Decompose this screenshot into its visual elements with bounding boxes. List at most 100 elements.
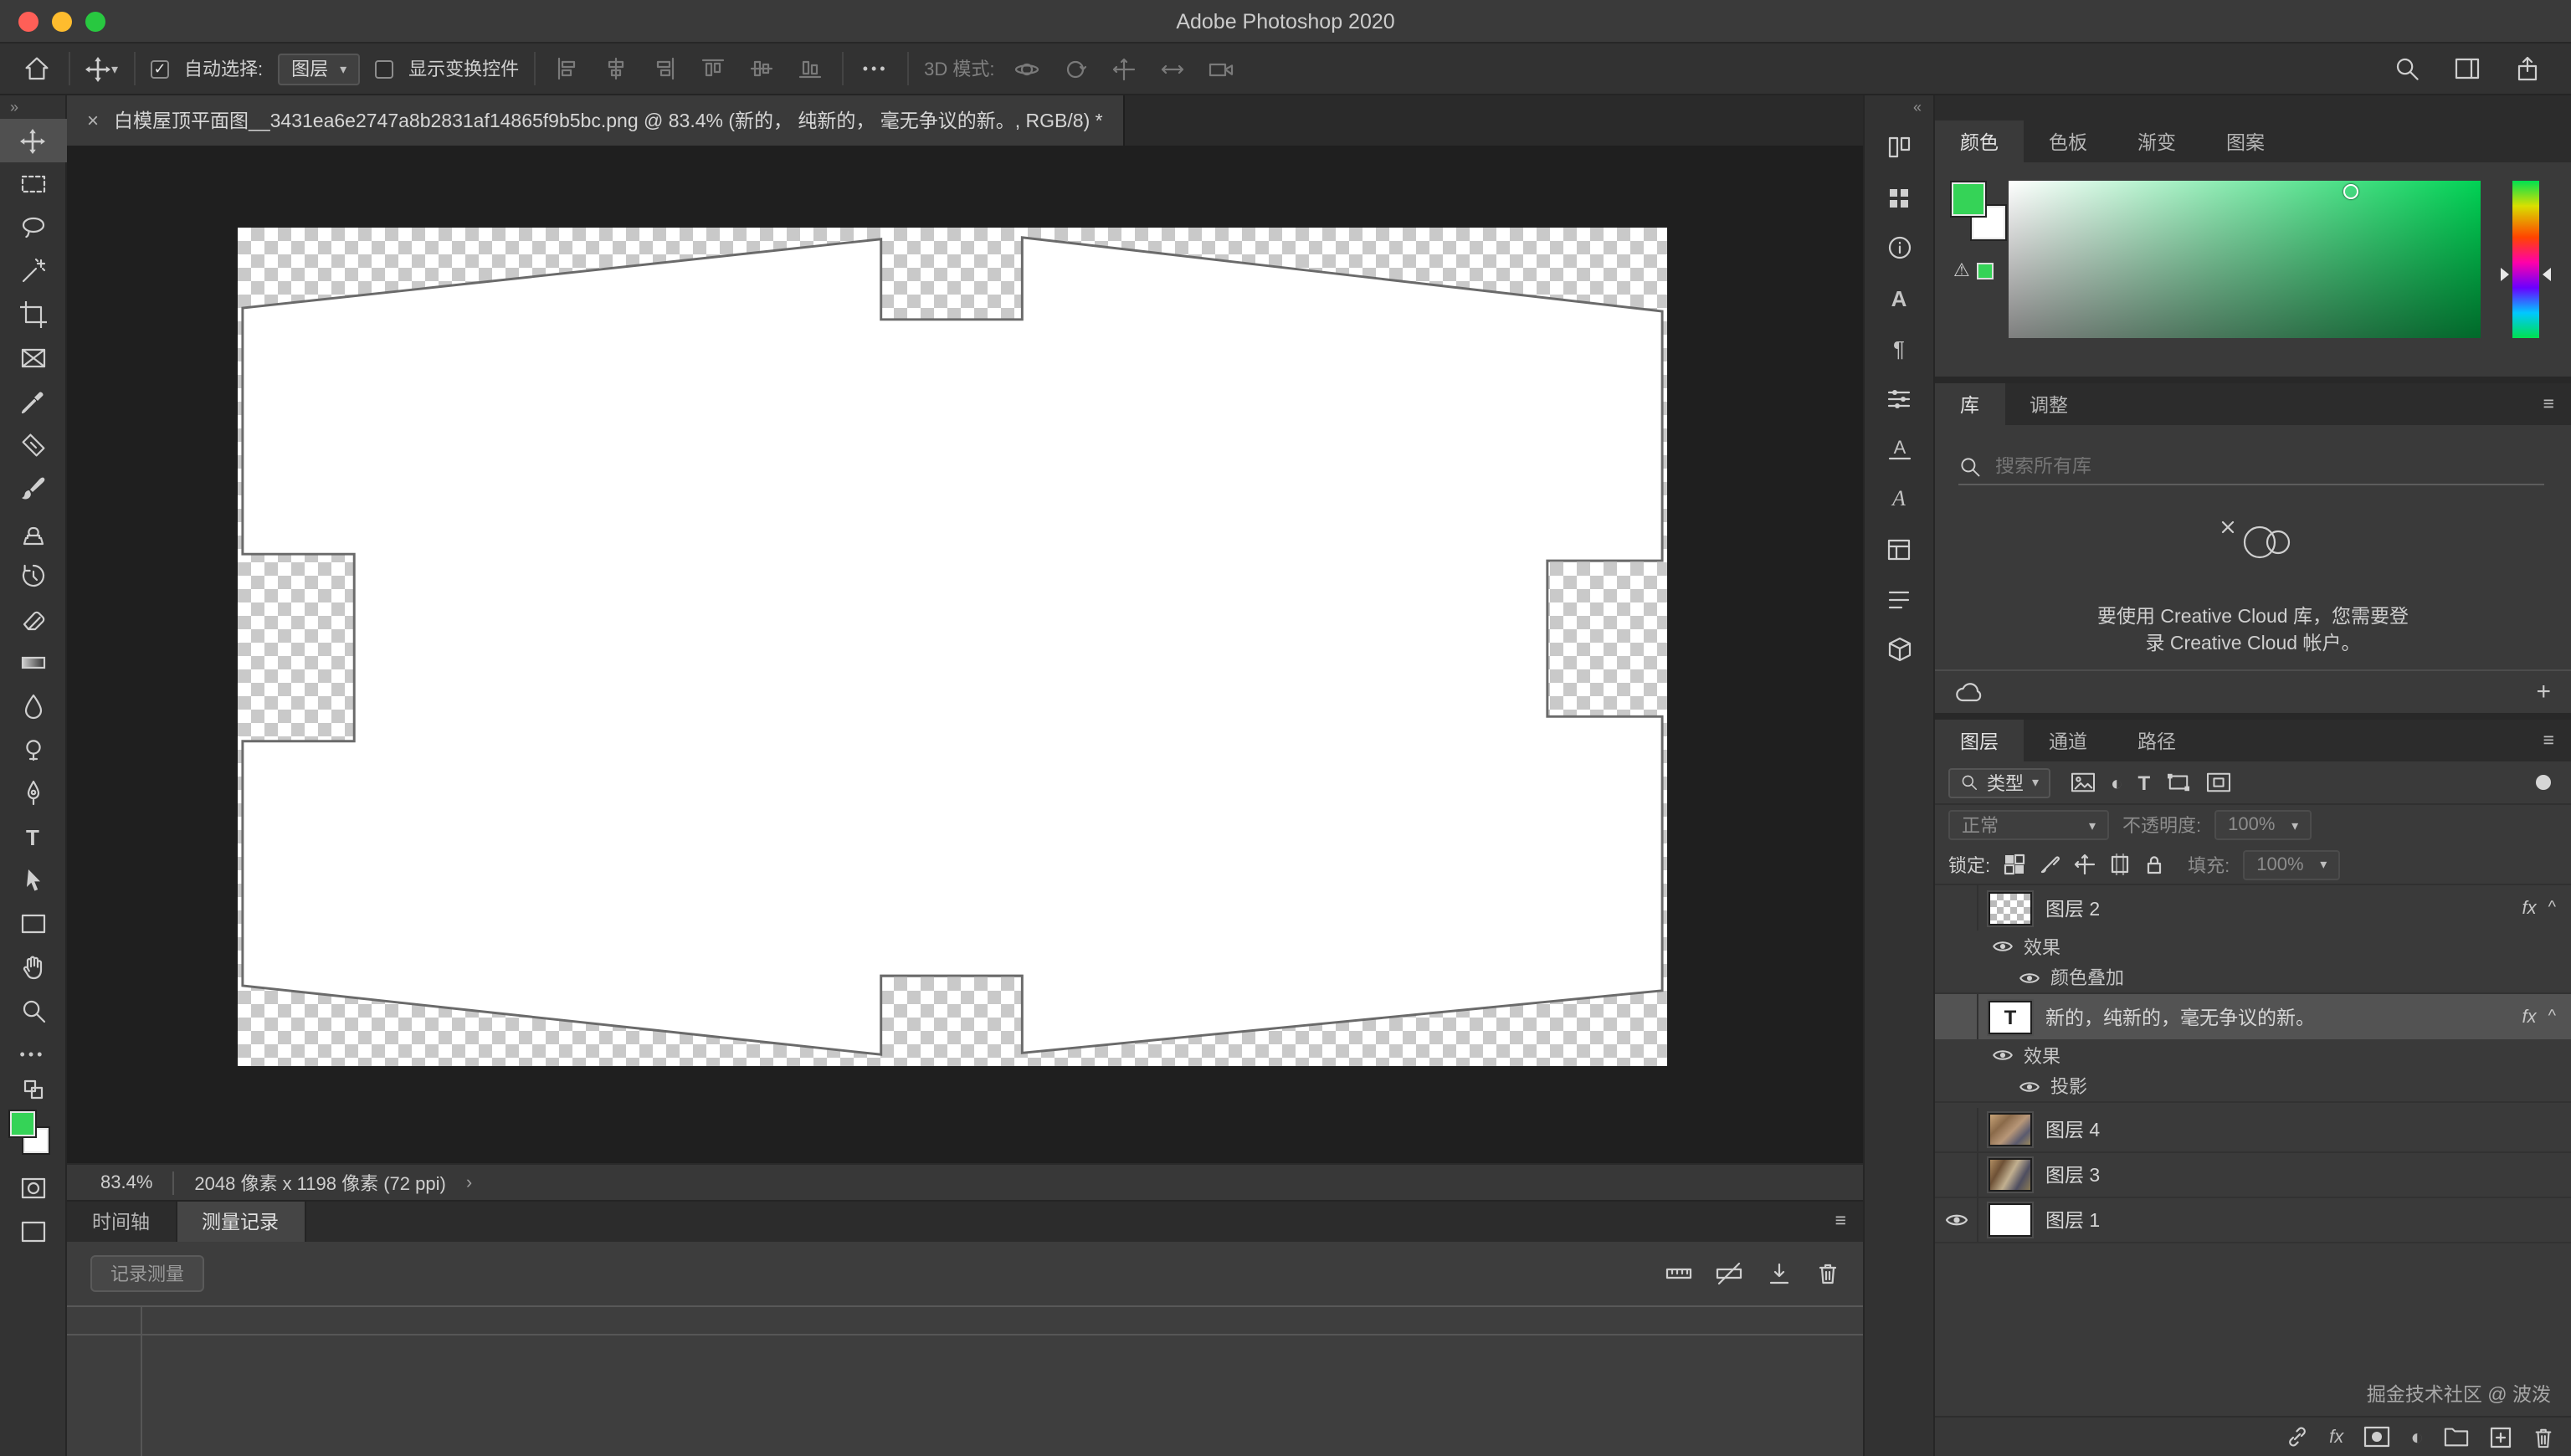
layer-thumbnail[interactable] bbox=[1989, 1203, 2032, 1237]
brush-tool[interactable] bbox=[0, 467, 66, 510]
tab-paths[interactable]: 路径 bbox=[2112, 720, 2201, 761]
tab-color[interactable]: 颜色 bbox=[1935, 120, 2024, 162]
lock-pixels-icon[interactable] bbox=[2039, 854, 2060, 875]
link-layers-icon[interactable] bbox=[2284, 1424, 2309, 1449]
hue-marker-left[interactable] bbox=[2501, 268, 2509, 281]
eye-icon[interactable] bbox=[2019, 970, 2040, 985]
layer-row-layer2[interactable]: 图层 2 fx ^ bbox=[1935, 885, 2571, 931]
panel-menu-icon[interactable]: ≡ bbox=[1835, 1202, 1863, 1242]
clear-measurements-icon[interactable] bbox=[1716, 1262, 1742, 1285]
layer-name[interactable]: 图层 2 bbox=[2045, 895, 2100, 921]
delete-measurements-icon[interactable] bbox=[1816, 1262, 1840, 1285]
library-search-input[interactable] bbox=[1995, 456, 2497, 476]
hue-marker-right[interactable] bbox=[2543, 268, 2551, 281]
gamut-warning[interactable]: ⚠ bbox=[1953, 259, 1994, 281]
lasso-tool[interactable] bbox=[0, 206, 66, 249]
tab-adjustments[interactable]: 调整 bbox=[2004, 383, 2093, 425]
tab-channels[interactable]: 通道 bbox=[2024, 720, 2112, 761]
share-button[interactable] bbox=[2511, 50, 2544, 87]
close-window-button[interactable] bbox=[18, 11, 38, 31]
rectangle-tool[interactable] bbox=[0, 902, 66, 946]
collapse-effects-icon[interactable]: ^ bbox=[2548, 1007, 2556, 1026]
measurement-scale-icon[interactable] bbox=[1665, 1262, 1692, 1285]
status-expander-icon[interactable]: › bbox=[466, 1172, 472, 1192]
tab-layers[interactable]: 图层 bbox=[1935, 720, 2024, 761]
layer-group-icon[interactable] bbox=[2444, 1426, 2469, 1448]
frame-tool[interactable] bbox=[0, 336, 66, 380]
align-top-button[interactable] bbox=[696, 50, 730, 87]
blend-mode-dropdown[interactable]: 正常 ▾ bbox=[1948, 810, 2109, 840]
glyphs-panel-icon[interactable]: A bbox=[1863, 423, 1935, 474]
path-selection-tool[interactable] bbox=[0, 859, 66, 902]
fill-dropdown[interactable]: 100% ▾ bbox=[2243, 849, 2340, 879]
lock-artboard-icon[interactable] bbox=[2109, 854, 2131, 875]
effects-group-row[interactable]: 效果 bbox=[1935, 1039, 2571, 1071]
edit-toolbar-button[interactable]: ••• bbox=[0, 1033, 66, 1076]
eraser-tool[interactable] bbox=[0, 597, 66, 641]
3d-camera-button[interactable] bbox=[1204, 50, 1238, 87]
layer-fx-badge[interactable]: fx ^ bbox=[2522, 898, 2571, 918]
info-panel-icon[interactable] bbox=[1863, 223, 1935, 273]
expand-panels-icon[interactable]: « bbox=[1865, 95, 1933, 122]
document-tab[interactable]: × 白模屋顶平面图__3431ea6e2747a8b2831af14865f9b… bbox=[67, 95, 1125, 146]
tab-swatches[interactable]: 色板 bbox=[2024, 120, 2112, 162]
styles-panel-icon[interactable] bbox=[1863, 574, 1935, 624]
color-grid-panel-icon[interactable] bbox=[1863, 172, 1935, 223]
auto-select-checkbox[interactable]: ✓ bbox=[151, 59, 169, 78]
collapse-effects-icon[interactable]: ^ bbox=[2548, 899, 2556, 917]
visibility-toggle[interactable] bbox=[1935, 885, 1978, 931]
saturation-brightness-field[interactable] bbox=[2009, 181, 2481, 338]
panel-menu-icon[interactable]: ≡ bbox=[2543, 383, 2571, 425]
clone-stamp-tool[interactable] bbox=[0, 510, 66, 554]
paragraph-styles-panel-icon[interactable] bbox=[1863, 524, 1935, 574]
align-middle-v-button[interactable] bbox=[745, 50, 778, 87]
hue-slider[interactable] bbox=[2512, 181, 2539, 338]
canvas-area[interactable] bbox=[67, 147, 1863, 1163]
layer-row-layer1[interactable]: 图层 1 bbox=[1935, 1198, 2571, 1243]
document-canvas[interactable] bbox=[238, 228, 1667, 1066]
cloud-sync-icon[interactable] bbox=[1955, 681, 1985, 703]
lock-position-icon[interactable] bbox=[2074, 854, 2096, 875]
layer-thumbnail[interactable] bbox=[1989, 1158, 2032, 1192]
panel-menu-icon[interactable]: ≡ bbox=[2543, 720, 2571, 761]
layer-name[interactable]: 图层 3 bbox=[2045, 1161, 2100, 1188]
more-options-button[interactable]: ••• bbox=[859, 50, 892, 87]
move-tool-preset[interactable]: ▾ bbox=[85, 50, 119, 87]
default-colors-button[interactable] bbox=[0, 1076, 66, 1103]
3d-roll-button[interactable] bbox=[1059, 50, 1092, 87]
pen-tool[interactable] bbox=[0, 772, 66, 815]
eye-icon[interactable] bbox=[1944, 1212, 1968, 1228]
foreground-color-swatch[interactable] bbox=[1952, 182, 1985, 216]
layer-thumbnail[interactable] bbox=[1989, 1113, 2032, 1146]
crop-tool[interactable] bbox=[0, 293, 66, 336]
workspace-switcher-button[interactable] bbox=[2450, 50, 2484, 87]
show-transform-checkbox[interactable] bbox=[375, 59, 393, 78]
export-measurements-icon[interactable] bbox=[1766, 1262, 1793, 1285]
eye-icon[interactable] bbox=[1992, 939, 2014, 954]
maximize-window-button[interactable] bbox=[85, 11, 105, 31]
type-filter-icon[interactable]: T bbox=[2138, 771, 2151, 794]
3d-orbit-button[interactable] bbox=[1010, 50, 1044, 87]
spot-healing-tool[interactable] bbox=[0, 423, 66, 467]
3d-slide-button[interactable] bbox=[1156, 50, 1189, 87]
layer-fx-badge[interactable]: fx ^ bbox=[2522, 1007, 2571, 1027]
eye-icon[interactable] bbox=[1992, 1048, 2014, 1063]
layer-name[interactable]: 新的，纯新的，毫无争议的新。 bbox=[2045, 1003, 2315, 1030]
pixel-filter-icon[interactable] bbox=[2071, 772, 2096, 793]
color-cursor[interactable] bbox=[2343, 184, 2358, 199]
new-layer-icon[interactable] bbox=[2489, 1425, 2512, 1448]
auto-select-target-dropdown[interactable]: 图层 ▾ bbox=[278, 53, 360, 85]
3d-pan-button[interactable] bbox=[1107, 50, 1141, 87]
character-styles-panel-icon[interactable]: A bbox=[1863, 474, 1935, 524]
align-left-button[interactable] bbox=[551, 50, 584, 87]
eyedropper-tool[interactable] bbox=[0, 380, 66, 423]
text-layer-thumbnail[interactable]: T bbox=[1989, 1000, 2032, 1033]
zoom-level[interactable]: 83.4% bbox=[100, 1172, 152, 1192]
tab-measurement-log[interactable]: 测量记录 bbox=[177, 1202, 305, 1242]
layer-filter-dropdown[interactable]: 类型 ▾ bbox=[1948, 767, 2050, 797]
layer-row-text-layer[interactable]: T 新的，纯新的，毫无争议的新。 fx ^ bbox=[1935, 994, 2571, 1039]
visibility-toggle[interactable] bbox=[1935, 994, 1978, 1039]
layer-style-icon[interactable]: fx bbox=[2329, 1427, 2343, 1447]
history-brush-tool[interactable] bbox=[0, 554, 66, 597]
foreground-color-swatch[interactable] bbox=[9, 1111, 34, 1136]
